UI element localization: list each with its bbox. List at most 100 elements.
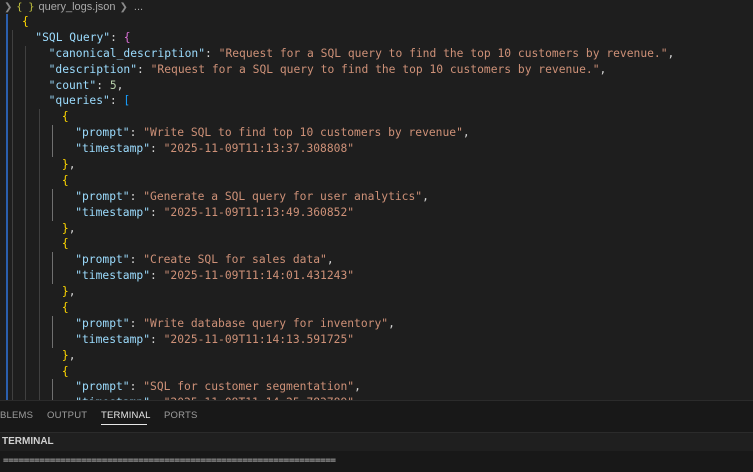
indent-guide: [51, 141, 53, 158]
tab-problems[interactable]: BLEMS: [0, 410, 33, 421]
code-token: "Generate a SQL query for user analytics…: [143, 189, 423, 203]
code-tokens: "queries": [: [49, 93, 131, 109]
breadcrumb: ❯ { } query_logs.json ❯ ...: [0, 0, 753, 14]
code-token: ,: [68, 158, 76, 172]
indent-guide: [25, 331, 27, 348]
indent-guide: [12, 220, 13, 237]
code-token: :: [150, 142, 164, 156]
code-line[interactable]: "timestamp": "2025-11-09T11:14:13.591725…: [0, 331, 753, 348]
code-line[interactable]: "prompt": "Write database query for inve…: [0, 315, 753, 332]
indent-guide: [25, 93, 27, 110]
code-line[interactable]: {: [0, 14, 753, 30]
code-token: "timestamp": [75, 269, 151, 283]
code-line[interactable]: },: [0, 157, 753, 173]
code-token: ,: [667, 46, 675, 60]
indent-guide: [25, 172, 27, 189]
indent-guide: [38, 300, 40, 316]
code-token: {: [61, 237, 69, 251]
indent-guide: [25, 268, 27, 285]
code-token: :: [150, 269, 164, 283]
code-token: :: [150, 205, 164, 219]
code-line[interactable]: },: [0, 284, 753, 301]
code-line[interactable]: "timestamp": "2025-11-09T11:14:01.431243…: [0, 268, 753, 285]
code-line[interactable]: {: [0, 236, 753, 253]
code-token: :: [129, 316, 144, 330]
code-token: :: [109, 94, 124, 108]
code-token: "queries": [48, 94, 110, 108]
indent-guide: [25, 363, 27, 380]
code-tokens: {: [62, 236, 69, 252]
code-tokens: "prompt": "Generate a SQL query for user…: [75, 189, 429, 205]
tab-terminal[interactable]: TERMINAL: [101, 410, 151, 421]
code-token: "prompt": [75, 126, 130, 140]
indent-guide: [12, 284, 13, 301]
code-token: "SQL for customer segmentation": [143, 380, 355, 394]
code-tokens: "prompt": "SQL for customer segmentation…: [75, 379, 361, 395]
code-token: ,: [68, 285, 76, 299]
indent-guide: [25, 379, 27, 396]
code-token: {: [61, 110, 69, 124]
code-line[interactable]: "prompt": "Write SQL to find top 10 cust…: [0, 125, 753, 142]
terminal-title: TERMINAL: [2, 436, 54, 447]
chevron-right-icon[interactable]: ❯: [4, 2, 12, 13]
code-token: "2025-11-09T11:14:13.591725": [163, 332, 355, 346]
code-tokens: "timestamp": "2025-11-09T11:13:37.308808…: [75, 141, 354, 157]
indent-guide: [25, 284, 27, 301]
tab-output[interactable]: OUTPUT: [47, 410, 87, 421]
code-token: ,: [68, 348, 76, 362]
indent-guide: [12, 363, 13, 380]
indent-guide: [12, 45, 13, 62]
code-line[interactable]: "prompt": "Create SQL for sales data",: [0, 252, 753, 269]
code-line[interactable]: },: [0, 347, 753, 364]
indent-guide: [25, 236, 27, 253]
code-token: "Request for a SQL query to find the top…: [218, 46, 668, 60]
code-line[interactable]: "prompt": "Generate a SQL query for user…: [0, 188, 753, 205]
indent-guide: [25, 141, 27, 158]
code-line[interactable]: },: [0, 220, 753, 237]
code-line[interactable]: "timestamp": "2025-11-09T11:13:37.308808…: [0, 141, 753, 158]
indent-guide: [12, 188, 13, 205]
breadcrumb-file-name[interactable]: query_logs.json: [38, 1, 115, 13]
code-line[interactable]: "prompt": "SQL for customer segmentation…: [0, 379, 753, 396]
indent-guide: [38, 236, 40, 253]
code-token: "2025-11-09T11:14:01.431243": [163, 269, 355, 283]
code-line[interactable]: {: [0, 172, 753, 189]
indent-guide: [12, 252, 13, 269]
code-line[interactable]: "queries": [: [0, 93, 753, 110]
code-line[interactable]: "SQL Query": {: [0, 29, 753, 46]
code-token: {: [123, 30, 131, 44]
active-tab-indicator: [101, 424, 147, 425]
code-line[interactable]: "timestamp": "2025-11-09T11:13:49.360852…: [0, 204, 753, 221]
code-token: :: [137, 62, 151, 76]
indent-guide: [38, 347, 40, 364]
code-line[interactable]: "count": 5,: [0, 77, 753, 94]
indent-guide: [51, 331, 53, 348]
breadcrumb-ellipsis[interactable]: ...: [134, 1, 143, 13]
code-token: "Write SQL to find top 10 customers by r…: [143, 126, 463, 140]
indent-guide: [12, 141, 13, 158]
code-editor[interactable]: {"SQL Query": {"canonical_description": …: [0, 14, 753, 400]
indent-guide: [51, 188, 53, 205]
indent-guide: [12, 29, 13, 46]
code-content[interactable]: {"SQL Query": {"canonical_description": …: [0, 14, 753, 400]
code-line[interactable]: {: [0, 300, 753, 316]
code-token: "Request for a SQL query to find the top…: [150, 62, 600, 76]
tab-ports[interactable]: PORTS: [164, 410, 198, 421]
code-token: "prompt": [75, 316, 130, 330]
code-token: {: [61, 301, 69, 315]
code-line[interactable]: {: [0, 363, 753, 380]
code-token: "description": [48, 62, 138, 76]
indent-guide: [25, 157, 27, 173]
code-line[interactable]: "canonical_description": "Request for a …: [0, 45, 753, 62]
code-token: ,: [462, 126, 470, 140]
code-token: }: [61, 348, 69, 362]
code-token: "2025-11-09T11:13:37.308808": [163, 142, 355, 156]
json-file-icon: { }: [16, 1, 35, 13]
code-line[interactable]: "description": "Request for a SQL query …: [0, 61, 753, 78]
code-line[interactable]: {: [0, 109, 753, 126]
code-token: }: [61, 158, 69, 172]
indent-guide: [12, 77, 13, 94]
terminal-body[interactable]: ========================================…: [0, 451, 753, 472]
code-tokens: "prompt": "Create SQL for sales data",: [75, 252, 333, 268]
code-token: "Write database query for inventory": [143, 316, 389, 330]
